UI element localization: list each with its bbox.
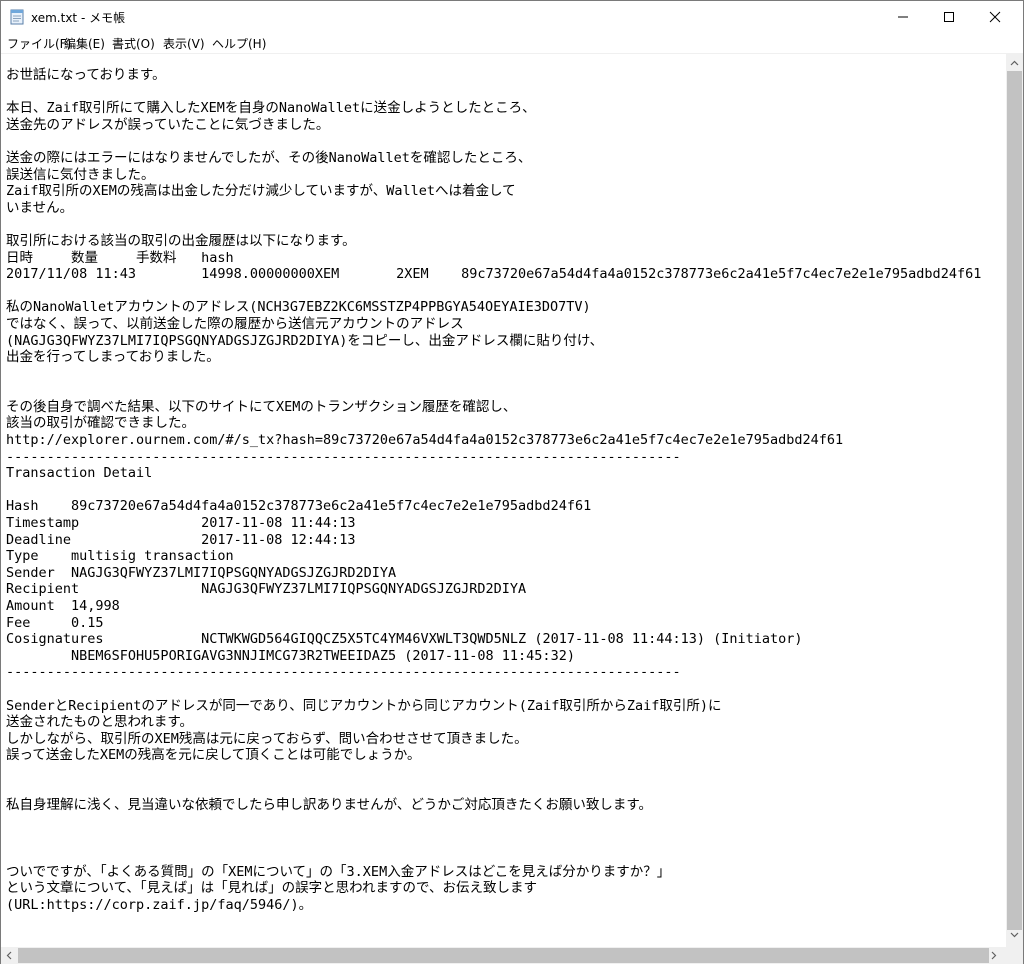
scroll-right-icon[interactable] xyxy=(991,951,997,960)
menu-edit[interactable]: 編集(E) xyxy=(64,35,105,52)
menu-file[interactable]: ファイル(F) xyxy=(7,35,71,52)
notepad-window: xem.txt - メモ帳 ファイル(F) 編集(E) 書式(O) 表示(V) … xyxy=(0,0,1024,964)
document-text[interactable]: お世話になっております。 本日、Zaif取引所にて購入したXEMを自身のNano… xyxy=(6,67,981,913)
menu-format[interactable]: 書式(O) xyxy=(112,35,155,52)
minimize-icon xyxy=(898,16,908,18)
title-bar[interactable]: xem.txt - メモ帳 xyxy=(1,1,1023,32)
text-editor[interactable]: お世話になっております。 本日、Zaif取引所にて購入したXEMを自身のNano… xyxy=(1,54,1006,947)
scroll-left-icon[interactable] xyxy=(6,951,12,960)
close-button[interactable] xyxy=(972,1,1018,32)
minimize-button[interactable] xyxy=(880,1,926,32)
horizontal-scroll-thumb[interactable] xyxy=(18,948,989,963)
close-icon xyxy=(989,11,1001,23)
maximize-icon xyxy=(944,12,954,22)
scroll-up-icon[interactable] xyxy=(1010,60,1019,66)
scroll-down-icon[interactable] xyxy=(1010,932,1019,938)
vertical-scrollbar[interactable] xyxy=(1006,54,1023,947)
horizontal-scrollbar[interactable] xyxy=(1,947,1006,964)
notepad-icon xyxy=(10,9,24,25)
menu-help[interactable]: ヘルプ(H) xyxy=(212,35,266,52)
scrollbar-corner xyxy=(1006,947,1023,964)
menu-view[interactable]: 表示(V) xyxy=(163,35,205,52)
vertical-scroll-thumb[interactable] xyxy=(1007,71,1022,930)
maximize-button[interactable] xyxy=(926,1,972,32)
menu-bar: ファイル(F) 編集(E) 書式(O) 表示(V) ヘルプ(H) xyxy=(1,32,1023,54)
window-title: xem.txt - メモ帳 xyxy=(31,11,126,25)
